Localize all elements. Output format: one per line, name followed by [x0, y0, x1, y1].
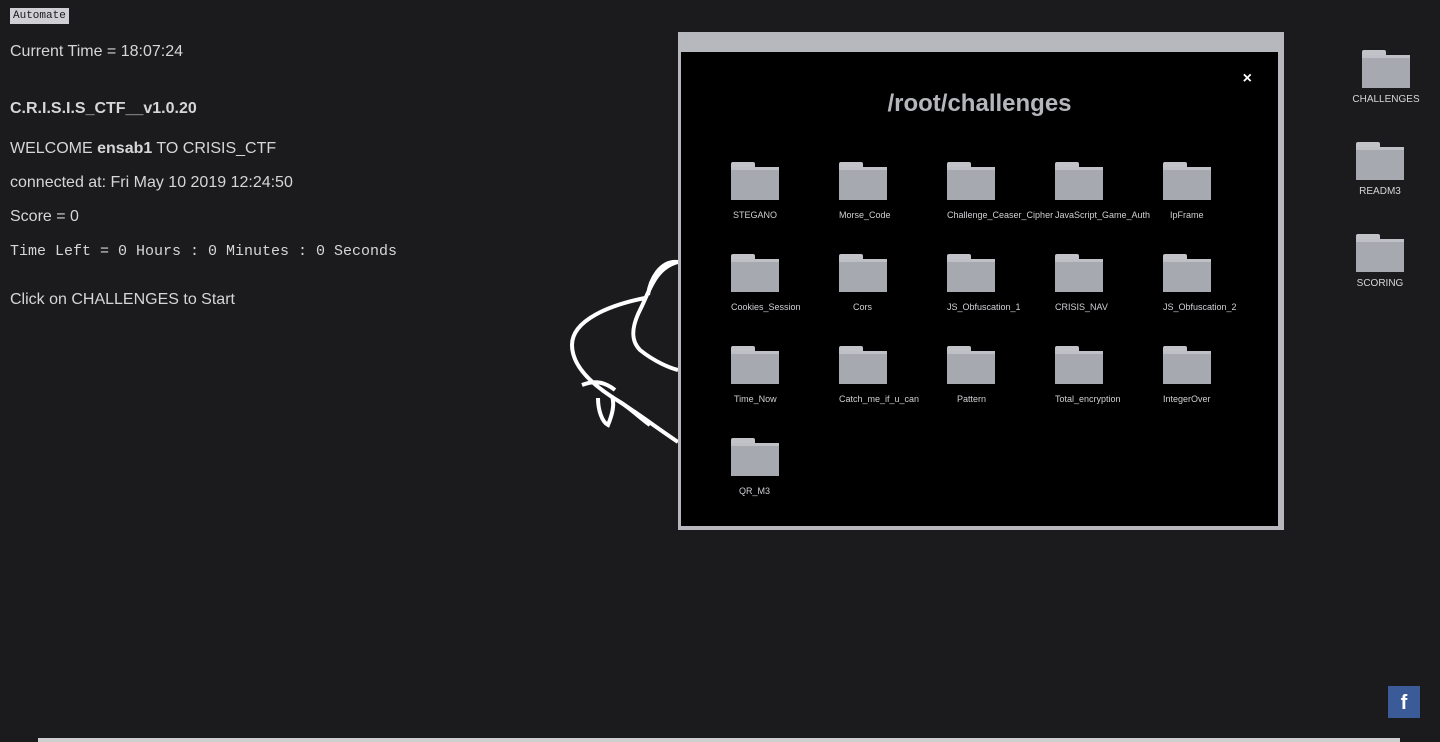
- folder-label: Pattern: [957, 394, 987, 404]
- facebook-icon[interactable]: f: [1388, 686, 1420, 718]
- current-time: Current Time = 18:07:24: [10, 43, 183, 60]
- folder-label: IntegerOver: [1163, 394, 1211, 404]
- folder-icon: [1163, 346, 1211, 386]
- desktop-icon-scoring[interactable]: SCORING: [1340, 234, 1420, 289]
- welcome-line: WELCOME ensab1 TO CRISIS_CTF: [10, 140, 276, 158]
- folder-label: Morse_Code: [839, 210, 891, 220]
- folder-icon: [1163, 162, 1211, 202]
- folder-icon: [1055, 346, 1103, 386]
- folder-icon: [947, 162, 995, 202]
- version-title: C.R.I.S.I.S_CTF__v1.0.20: [10, 100, 197, 117]
- folder-item[interactable]: IntegerOver: [1163, 346, 1271, 404]
- bottom-scrollbar[interactable]: [38, 738, 1400, 742]
- folder-icon: [731, 254, 779, 294]
- challenges-window[interactable]: × /root/challenges STEGANO Morse_Code Ch…: [678, 32, 1284, 530]
- folder-item[interactable]: Cookies_Session: [731, 254, 839, 312]
- folder-icon: [839, 346, 887, 386]
- folder-label: STEGANO: [733, 210, 778, 220]
- folder-label: CRISIS_NAV: [1055, 302, 1108, 312]
- folder-item[interactable]: JS_Obfuscation_1: [947, 254, 1055, 312]
- folder-item[interactable]: Catch_me_if_u_can: [839, 346, 947, 404]
- folder-label: Total_encryption: [1055, 394, 1121, 404]
- folder-item[interactable]: STEGANO: [731, 162, 839, 220]
- window-title: /root/challenges: [887, 90, 1072, 117]
- time-left: Time Left = 0 Hours : 0 Minutes : 0 Seco…: [10, 243, 398, 260]
- folder-item[interactable]: Challenge_Ceaser_Cipher: [947, 162, 1055, 220]
- folder-icon: [839, 254, 887, 294]
- folder-icon: [731, 438, 779, 478]
- folder-item[interactable]: JavaScript_Game_Auth: [1055, 162, 1163, 220]
- folder-item[interactable]: Morse_Code: [839, 162, 947, 220]
- folder-label: QR_M3: [739, 486, 771, 496]
- desktop-icon-label: SCORING: [1356, 278, 1404, 289]
- folder-label: Catch_me_if_u_can: [839, 394, 920, 404]
- desktop-icon-label: READM3: [1359, 186, 1401, 197]
- desktop-icon-readm3[interactable]: READM3: [1340, 142, 1420, 197]
- folder-label: JS_Obfuscation_1: [947, 302, 1021, 312]
- desktop-icon-label: CHALLENGES: [1352, 94, 1420, 105]
- window-content: × /root/challenges STEGANO Morse_Code Ch…: [681, 52, 1278, 526]
- folder-icon: [1356, 142, 1404, 182]
- folder-label: JS_Obfuscation_2: [1163, 302, 1237, 312]
- folder-label: JavaScript_Game_Auth: [1055, 210, 1151, 220]
- username: ensab1: [97, 140, 153, 157]
- folder-item[interactable]: Pattern: [947, 346, 1055, 404]
- folder-item[interactable]: Time_Now: [731, 346, 839, 404]
- folder-icon: [947, 254, 995, 294]
- folder-label: IpFrame: [1170, 210, 1204, 220]
- start-hint: Click on CHALLENGES to Start: [10, 291, 235, 308]
- folder-item[interactable]: Cors: [839, 254, 947, 312]
- folder-label: Time_Now: [734, 394, 777, 404]
- connected-at: connected at: Fri May 10 2019 12:24:50: [10, 174, 293, 191]
- desktop-icon-challenges[interactable]: CHALLENGES: [1346, 50, 1426, 105]
- folder-label: Challenge_Ceaser_Cipher: [947, 210, 1054, 220]
- folder-item[interactable]: JS_Obfuscation_2: [1163, 254, 1271, 312]
- folder-icon: [731, 346, 779, 386]
- folder-icon: [1055, 162, 1103, 202]
- automate-button[interactable]: Automate: [10, 8, 69, 24]
- folder-icon: [839, 162, 887, 202]
- folder-icon: [1362, 50, 1410, 90]
- welcome-prefix: WELCOME: [10, 140, 98, 157]
- score: Score = 0: [10, 208, 79, 225]
- folder-icon: [1356, 234, 1404, 274]
- folder-icon: [731, 162, 779, 202]
- close-icon[interactable]: ×: [1243, 70, 1252, 88]
- folder-item[interactable]: QR_M3: [731, 438, 839, 496]
- hat-drawing: [569, 259, 680, 444]
- folder-icon: [1055, 254, 1103, 294]
- folder-item[interactable]: CRISIS_NAV: [1055, 254, 1163, 312]
- folder-icon: [947, 346, 995, 386]
- folder-item[interactable]: Total_encryption: [1055, 346, 1163, 404]
- folder-item[interactable]: IpFrame: [1163, 162, 1271, 220]
- folder-icon: [1163, 254, 1211, 294]
- folder-label: Cors: [853, 302, 873, 312]
- welcome-suffix: TO CRISIS_CTF: [152, 140, 277, 157]
- folder-label: Cookies_Session: [731, 302, 801, 312]
